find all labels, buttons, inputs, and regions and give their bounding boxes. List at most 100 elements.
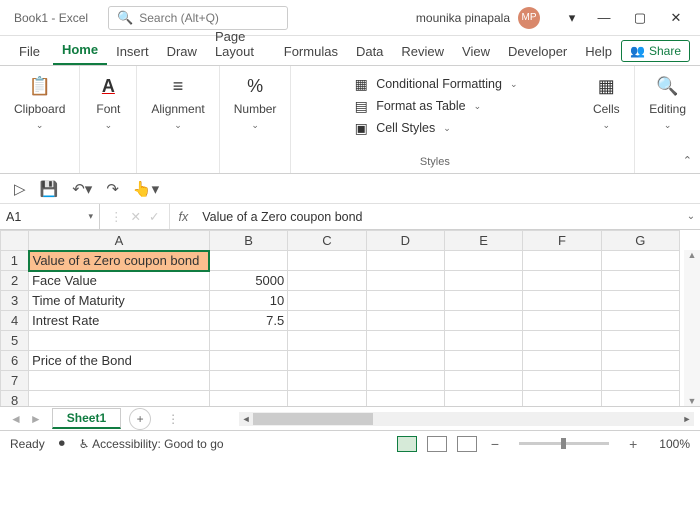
page-layout-view-button[interactable] xyxy=(427,436,447,452)
cell[interactable] xyxy=(601,251,679,271)
select-all-corner[interactable] xyxy=(1,231,29,251)
cell[interactable] xyxy=(288,291,366,311)
alignment-button[interactable]: ≡ Alignment ⌄ xyxy=(147,72,208,133)
cell[interactable] xyxy=(366,271,444,291)
column-header[interactable]: C xyxy=(288,231,366,251)
cell[interactable] xyxy=(366,331,444,351)
minimize-button[interactable]: — xyxy=(586,3,622,33)
cell[interactable] xyxy=(366,391,444,407)
prev-sheet-button[interactable]: ◄ xyxy=(10,412,22,426)
cell[interactable] xyxy=(601,371,679,391)
scroll-left-icon[interactable]: ◄ xyxy=(239,414,253,424)
zoom-slider[interactable] xyxy=(519,442,609,445)
column-header[interactable]: A xyxy=(29,231,210,251)
zoom-slider-thumb[interactable] xyxy=(561,438,566,449)
cell[interactable] xyxy=(444,351,522,371)
macro-record-icon[interactable]: ⏺ xyxy=(59,436,65,451)
cell[interactable] xyxy=(601,391,679,407)
column-header[interactable]: E xyxy=(444,231,522,251)
cell[interactable] xyxy=(523,311,601,331)
number-button[interactable]: % Number ⌄ xyxy=(230,72,281,133)
column-header[interactable]: G xyxy=(601,231,679,251)
cell[interactable] xyxy=(523,351,601,371)
row-header[interactable]: 2 xyxy=(1,271,29,291)
tab-data[interactable]: Data xyxy=(347,38,392,65)
cell[interactable] xyxy=(523,331,601,351)
save-icon[interactable]: 💾 xyxy=(40,180,59,198)
column-header[interactable]: D xyxy=(366,231,444,251)
cell[interactable] xyxy=(444,371,522,391)
touch-mode-icon[interactable]: 👆▾ xyxy=(133,180,159,198)
cell[interactable] xyxy=(288,251,366,271)
vertical-scrollbar[interactable]: ▲▼ xyxy=(684,250,700,406)
cell[interactable] xyxy=(444,311,522,331)
cell[interactable] xyxy=(523,391,601,407)
tab-insert[interactable]: Insert xyxy=(107,38,158,65)
zoom-in-button[interactable]: + xyxy=(629,436,637,452)
tab-view[interactable]: View xyxy=(453,38,499,65)
tab-review[interactable]: Review xyxy=(392,38,453,65)
cell[interactable] xyxy=(444,331,522,351)
cancel-formula-icon[interactable]: ✕ xyxy=(131,209,141,224)
tab-page-layout[interactable]: Page Layout xyxy=(206,23,275,65)
spreadsheet-grid[interactable]: A B C D E F G 1Value of a Zero coupon bo… xyxy=(0,230,700,406)
tab-formulas[interactable]: Formulas xyxy=(275,38,347,65)
cell-B1[interactable] xyxy=(209,251,287,271)
column-header[interactable]: B xyxy=(209,231,287,251)
cell[interactable] xyxy=(601,331,679,351)
zoom-percent[interactable]: 100% xyxy=(659,437,690,451)
cell[interactable] xyxy=(523,371,601,391)
tab-file[interactable]: File xyxy=(10,38,49,65)
cell-A3[interactable]: Time of Maturity xyxy=(29,291,210,311)
cell-styles-button[interactable]: ▣ Cell Styles ⌄ xyxy=(352,120,451,136)
cell[interactable] xyxy=(288,371,366,391)
ribbon-display-options-button[interactable]: ▾ xyxy=(558,3,586,33)
cell[interactable] xyxy=(444,291,522,311)
row-header[interactable]: 8 xyxy=(1,391,29,407)
scroll-right-icon[interactable]: ► xyxy=(680,414,694,424)
font-button[interactable]: A Font ⌄ xyxy=(90,72,126,133)
cell[interactable] xyxy=(288,391,366,407)
redo-icon[interactable]: ↷ xyxy=(106,180,119,198)
row-header[interactable]: 4 xyxy=(1,311,29,331)
row-header[interactable]: 5 xyxy=(1,331,29,351)
cell[interactable] xyxy=(366,291,444,311)
clipboard-button[interactable]: 📋 Clipboard ⌄ xyxy=(10,72,69,133)
cell-A7[interactable] xyxy=(29,371,210,391)
row-header[interactable]: 3 xyxy=(1,291,29,311)
cell-B6[interactable] xyxy=(209,351,287,371)
cell-A6[interactable]: Price of the Bond xyxy=(29,351,210,371)
autosave-icon[interactable]: ▷ xyxy=(14,180,26,198)
tab-draw[interactable]: Draw xyxy=(158,38,206,65)
cell-B5[interactable] xyxy=(209,331,287,351)
cell[interactable] xyxy=(444,271,522,291)
formula-input[interactable]: Value of a Zero coupon bond xyxy=(196,210,682,224)
scrollbar-thumb[interactable] xyxy=(253,413,373,425)
conditional-formatting-button[interactable]: ▦ Conditional Formatting ⌄ xyxy=(352,76,517,92)
cell[interactable] xyxy=(288,271,366,291)
cell[interactable] xyxy=(366,371,444,391)
expand-formula-bar-button[interactable]: ⌄ xyxy=(682,211,700,222)
undo-icon[interactable]: ↶▾ xyxy=(72,180,92,198)
cell[interactable] xyxy=(366,251,444,271)
collapse-ribbon-button[interactable]: ⌃ xyxy=(683,154,692,167)
zoom-out-button[interactable]: − xyxy=(491,436,499,452)
share-button[interactable]: 👥 Share xyxy=(621,40,690,62)
add-sheet-button[interactable]: + xyxy=(129,408,151,430)
tab-developer[interactable]: Developer xyxy=(499,38,576,65)
enter-formula-icon[interactable]: ✓ xyxy=(149,209,159,224)
normal-view-button[interactable] xyxy=(397,436,417,452)
cell[interactable] xyxy=(601,351,679,371)
cell[interactable] xyxy=(523,291,601,311)
cell[interactable] xyxy=(444,391,522,407)
next-sheet-button[interactable]: ► xyxy=(30,412,42,426)
cell-A5[interactable] xyxy=(29,331,210,351)
tab-help[interactable]: Help xyxy=(576,38,621,65)
format-as-table-button[interactable]: ▤ Format as Table ⌄ xyxy=(352,98,481,114)
cell[interactable] xyxy=(366,311,444,331)
accessibility-status[interactable]: ♿︎ Accessibility: Good to go xyxy=(79,437,224,451)
cells-button[interactable]: ▦ Cells ⌄ xyxy=(588,72,624,133)
cell[interactable] xyxy=(444,251,522,271)
cell[interactable] xyxy=(288,311,366,331)
column-header[interactable]: F xyxy=(523,231,601,251)
